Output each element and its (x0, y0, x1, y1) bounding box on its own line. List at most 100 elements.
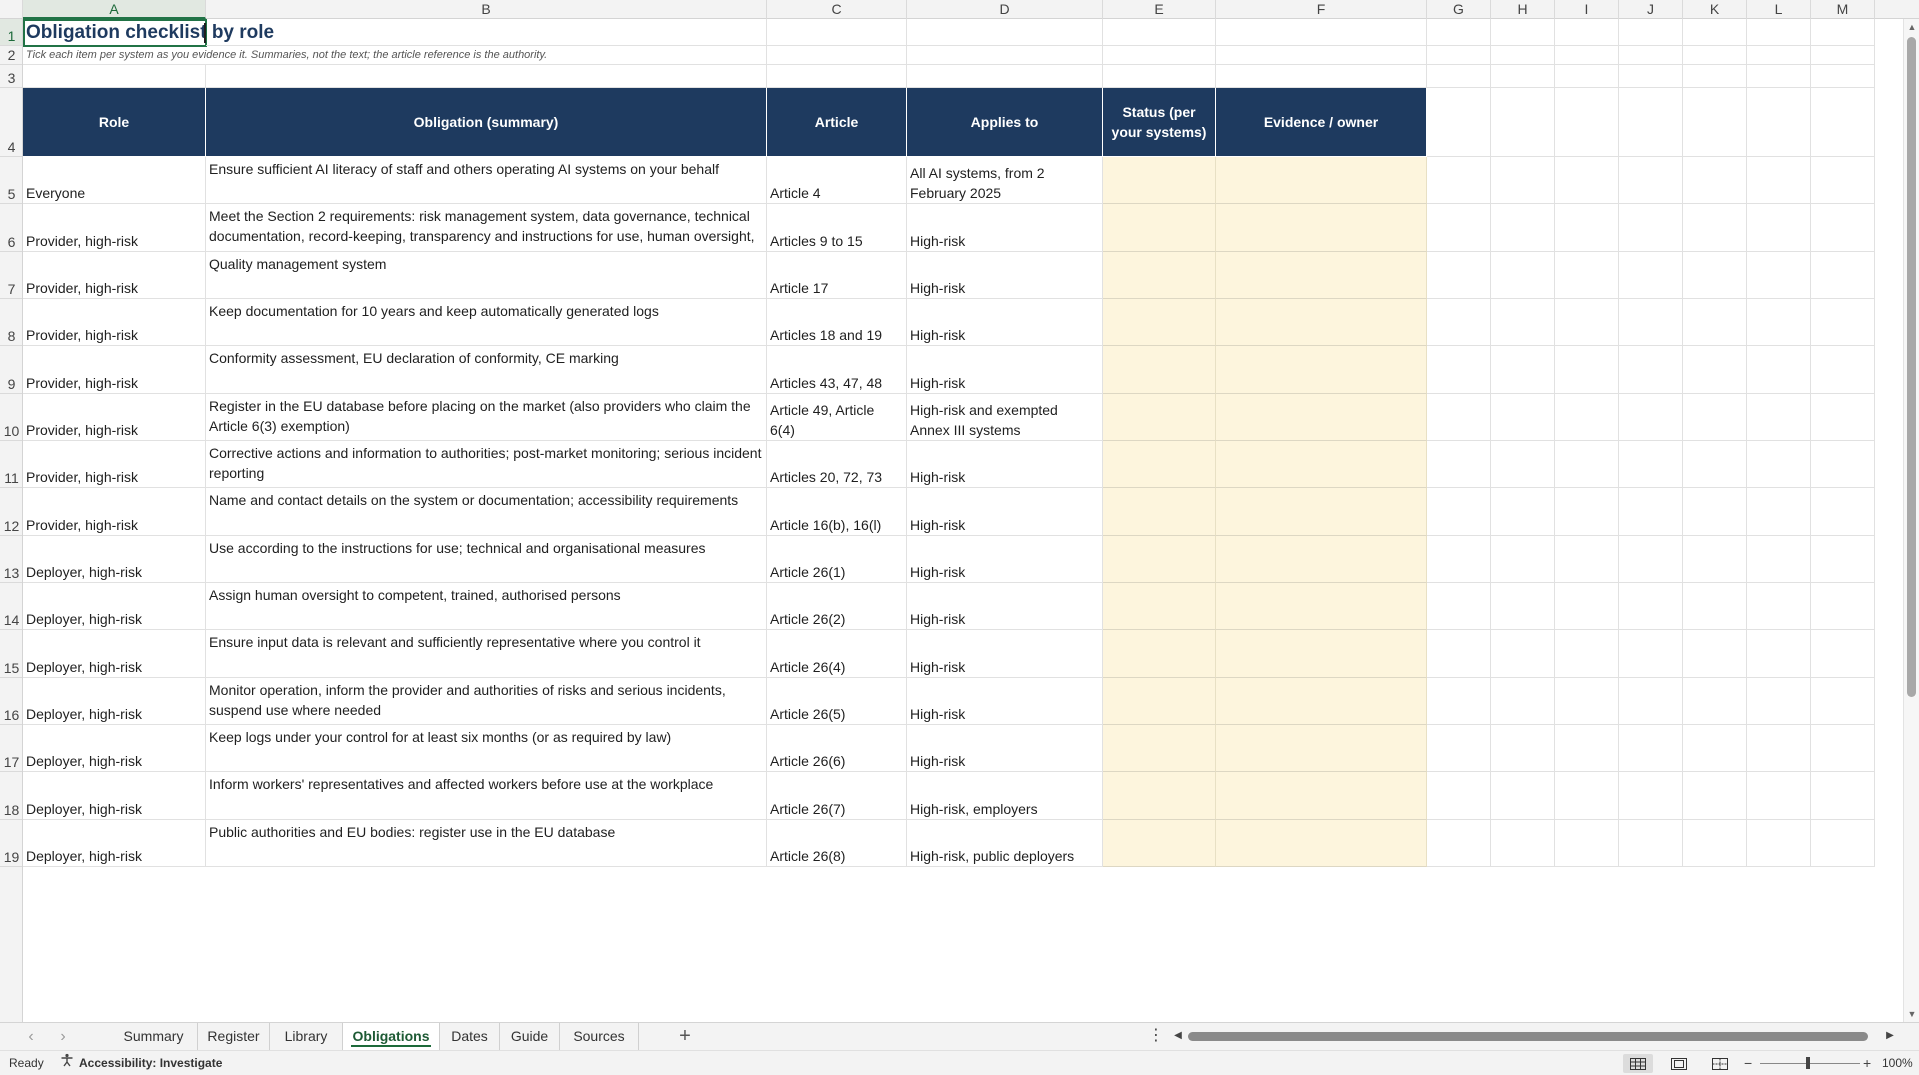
cell-empty[interactable] (1747, 441, 1811, 488)
cell-empty[interactable] (1619, 346, 1683, 394)
more-options-icon[interactable]: ⋮ (1148, 1025, 1164, 1047)
article-cell[interactable]: Article 26(6) (767, 725, 907, 772)
obligation-cell[interactable]: Corrective actions and information to au… (206, 441, 767, 488)
vertical-scroll-thumb[interactable] (1907, 37, 1916, 697)
normal-view-button[interactable] (1623, 1054, 1653, 1073)
applies-to-cell[interactable]: High-risk, public deployers (907, 820, 1103, 867)
status-cell[interactable] (1103, 536, 1216, 583)
cell-empty[interactable] (1555, 19, 1619, 46)
cell-empty[interactable] (1811, 488, 1875, 536)
cell-empty[interactable] (1427, 820, 1491, 867)
cell-empty[interactable] (1747, 678, 1811, 725)
cell-empty[interactable] (1427, 441, 1491, 488)
row-header-1[interactable]: 1 (0, 19, 22, 46)
cell-empty[interactable] (1619, 299, 1683, 346)
obligation-cell[interactable]: Ensure input data is relevant and suffic… (206, 630, 767, 678)
horizontal-scroll-thumb[interactable] (1188, 1032, 1868, 1041)
row-header-12[interactable]: 12 (0, 488, 22, 536)
sheet-tab-summary[interactable]: Summary (110, 1023, 198, 1050)
status-cell[interactable] (1103, 441, 1216, 488)
role-cell[interactable]: Provider, high-risk (23, 346, 206, 394)
cell-empty[interactable] (1491, 678, 1555, 725)
row-header-11[interactable]: 11 (0, 441, 22, 488)
accessibility-checker[interactable]: Accessibility: Investigate (60, 1051, 222, 1075)
article-cell[interactable]: Articles 20, 72, 73 (767, 441, 907, 488)
cell-empty[interactable] (1683, 299, 1747, 346)
cell-empty[interactable] (1811, 630, 1875, 678)
cell-empty[interactable] (1683, 252, 1747, 299)
evidence-cell[interactable] (1216, 488, 1427, 536)
cell-empty[interactable] (1491, 88, 1555, 157)
cell-empty[interactable] (1491, 19, 1555, 46)
status-cell[interactable] (1103, 630, 1216, 678)
cell-empty[interactable] (1811, 583, 1875, 630)
cell-empty[interactable] (1555, 88, 1619, 157)
status-cell[interactable] (1103, 299, 1216, 346)
evidence-cell[interactable] (1216, 583, 1427, 630)
cell-empty[interactable] (1555, 65, 1619, 88)
cell-empty[interactable] (1747, 725, 1811, 772)
cell-empty[interactable] (1216, 19, 1427, 46)
role-cell[interactable]: Deployer, high-risk (23, 583, 206, 630)
cell-empty[interactable] (1811, 157, 1875, 204)
cell-empty[interactable] (1619, 157, 1683, 204)
cell-empty[interactable] (1683, 630, 1747, 678)
column-header-i[interactable]: I (1555, 0, 1619, 19)
article-cell[interactable]: Article 26(7) (767, 772, 907, 820)
cell-empty[interactable] (1555, 346, 1619, 394)
cell-empty[interactable] (1619, 678, 1683, 725)
cell-empty[interactable] (1747, 394, 1811, 441)
status-cell[interactable] (1103, 252, 1216, 299)
cell-empty[interactable] (1555, 630, 1619, 678)
row-header-3[interactable]: 3 (0, 65, 22, 88)
header-obligation[interactable]: Obligation (summary) (206, 88, 767, 157)
cell-empty[interactable] (1555, 583, 1619, 630)
cell-empty[interactable] (1619, 19, 1683, 46)
cell-empty[interactable] (1427, 678, 1491, 725)
cell-empty[interactable] (206, 19, 767, 46)
header-article[interactable]: Article (767, 88, 907, 157)
cell-empty[interactable] (1683, 394, 1747, 441)
cell-empty[interactable] (1491, 46, 1555, 65)
row-header-6[interactable]: 6 (0, 204, 22, 252)
article-cell[interactable]: Article 26(1) (767, 536, 907, 583)
evidence-cell[interactable] (1216, 678, 1427, 725)
column-header-b[interactable]: B (206, 0, 767, 19)
cell-empty[interactable] (1747, 346, 1811, 394)
row-header-2[interactable]: 2 (0, 46, 22, 65)
applies-to-cell[interactable]: High-risk (907, 678, 1103, 725)
obligation-cell[interactable]: Meet the Section 2 requirements: risk ma… (206, 204, 767, 252)
status-cell[interactable] (1103, 394, 1216, 441)
next-sheet-icon[interactable]: › (52, 1026, 74, 1048)
cell-empty[interactable] (1619, 252, 1683, 299)
cell-empty[interactable] (1811, 772, 1875, 820)
column-header-a[interactable]: A (23, 0, 206, 19)
header-role[interactable]: Role (23, 88, 206, 157)
prev-sheet-icon[interactable]: ‹ (20, 1026, 42, 1048)
article-cell[interactable]: Articles 18 and 19 (767, 299, 907, 346)
cell-empty[interactable] (1619, 630, 1683, 678)
cell-empty[interactable] (1619, 441, 1683, 488)
sheet-tab-library[interactable]: Library (270, 1023, 343, 1050)
cell-empty[interactable] (1747, 488, 1811, 536)
cell-empty[interactable] (1427, 488, 1491, 536)
column-header-h[interactable]: H (1491, 0, 1555, 19)
cell-empty[interactable] (1811, 88, 1875, 157)
cell-empty[interactable] (1683, 772, 1747, 820)
vertical-scrollbar[interactable]: ▲ ▼ (1903, 19, 1919, 1022)
applies-to-cell[interactable]: High-risk (907, 630, 1103, 678)
role-cell[interactable]: Everyone (23, 157, 206, 204)
applies-to-cell[interactable]: High-risk (907, 441, 1103, 488)
cell-empty[interactable] (1427, 252, 1491, 299)
cell-empty[interactable] (1427, 725, 1491, 772)
applies-to-cell[interactable]: High-risk (907, 346, 1103, 394)
page-break-preview-button[interactable] (1705, 1054, 1735, 1073)
cell-empty[interactable] (1683, 88, 1747, 157)
cell-empty[interactable] (1427, 88, 1491, 157)
cell-empty[interactable] (1747, 46, 1811, 65)
cell-empty[interactable] (1683, 65, 1747, 88)
cell-empty[interactable] (1491, 252, 1555, 299)
page-layout-button[interactable] (1664, 1054, 1694, 1073)
cell-empty[interactable] (1427, 630, 1491, 678)
column-header-f[interactable]: F (1216, 0, 1427, 19)
